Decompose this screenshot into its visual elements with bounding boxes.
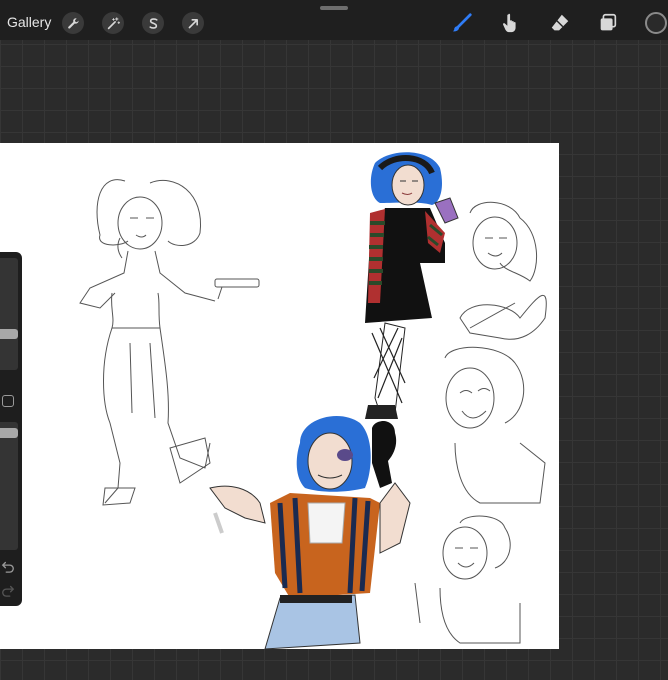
adjustments-button[interactable] xyxy=(102,12,124,34)
toolbar-grabber[interactable] xyxy=(320,6,348,10)
brush-icon xyxy=(452,13,472,32)
artwork xyxy=(79,152,547,649)
color-picker-button[interactable] xyxy=(645,12,667,34)
top-toolbar: Gallery xyxy=(0,0,668,40)
layers-icon xyxy=(600,13,617,31)
sketch-heads-right xyxy=(414,201,547,644)
wrench-icon xyxy=(67,17,79,29)
magic-wand-icon xyxy=(107,16,120,29)
smudge-button[interactable] xyxy=(499,11,523,35)
undo-icon xyxy=(1,561,14,573)
drawing-canvas[interactable] xyxy=(0,143,559,649)
smudge-icon xyxy=(503,13,516,33)
undo-button[interactable] xyxy=(1,559,17,575)
eraser-icon xyxy=(551,14,569,31)
brush-size-thumb[interactable] xyxy=(0,329,18,339)
redo-icon xyxy=(2,585,15,597)
brush-button[interactable] xyxy=(450,11,474,35)
brush-size-slider[interactable] xyxy=(0,258,18,370)
opacity-slider[interactable] xyxy=(0,422,18,550)
eraser-button[interactable] xyxy=(548,11,572,35)
layers-button[interactable] xyxy=(596,11,620,35)
transform-button[interactable] xyxy=(182,12,204,34)
color-figure-orange-stripes xyxy=(209,415,411,649)
redo-button[interactable] xyxy=(1,583,17,599)
modify-button[interactable] xyxy=(2,395,14,407)
opacity-thumb[interactable] xyxy=(0,428,18,438)
color-figure-stripes xyxy=(365,152,459,419)
selection-s-icon xyxy=(148,17,158,29)
arrow-cursor-icon xyxy=(188,18,198,28)
actions-button[interactable] xyxy=(62,12,84,34)
left-sidebar xyxy=(0,252,22,606)
gallery-button[interactable]: Gallery xyxy=(7,14,51,30)
sketch-figure-standing xyxy=(79,179,260,506)
selection-button[interactable] xyxy=(142,12,164,34)
